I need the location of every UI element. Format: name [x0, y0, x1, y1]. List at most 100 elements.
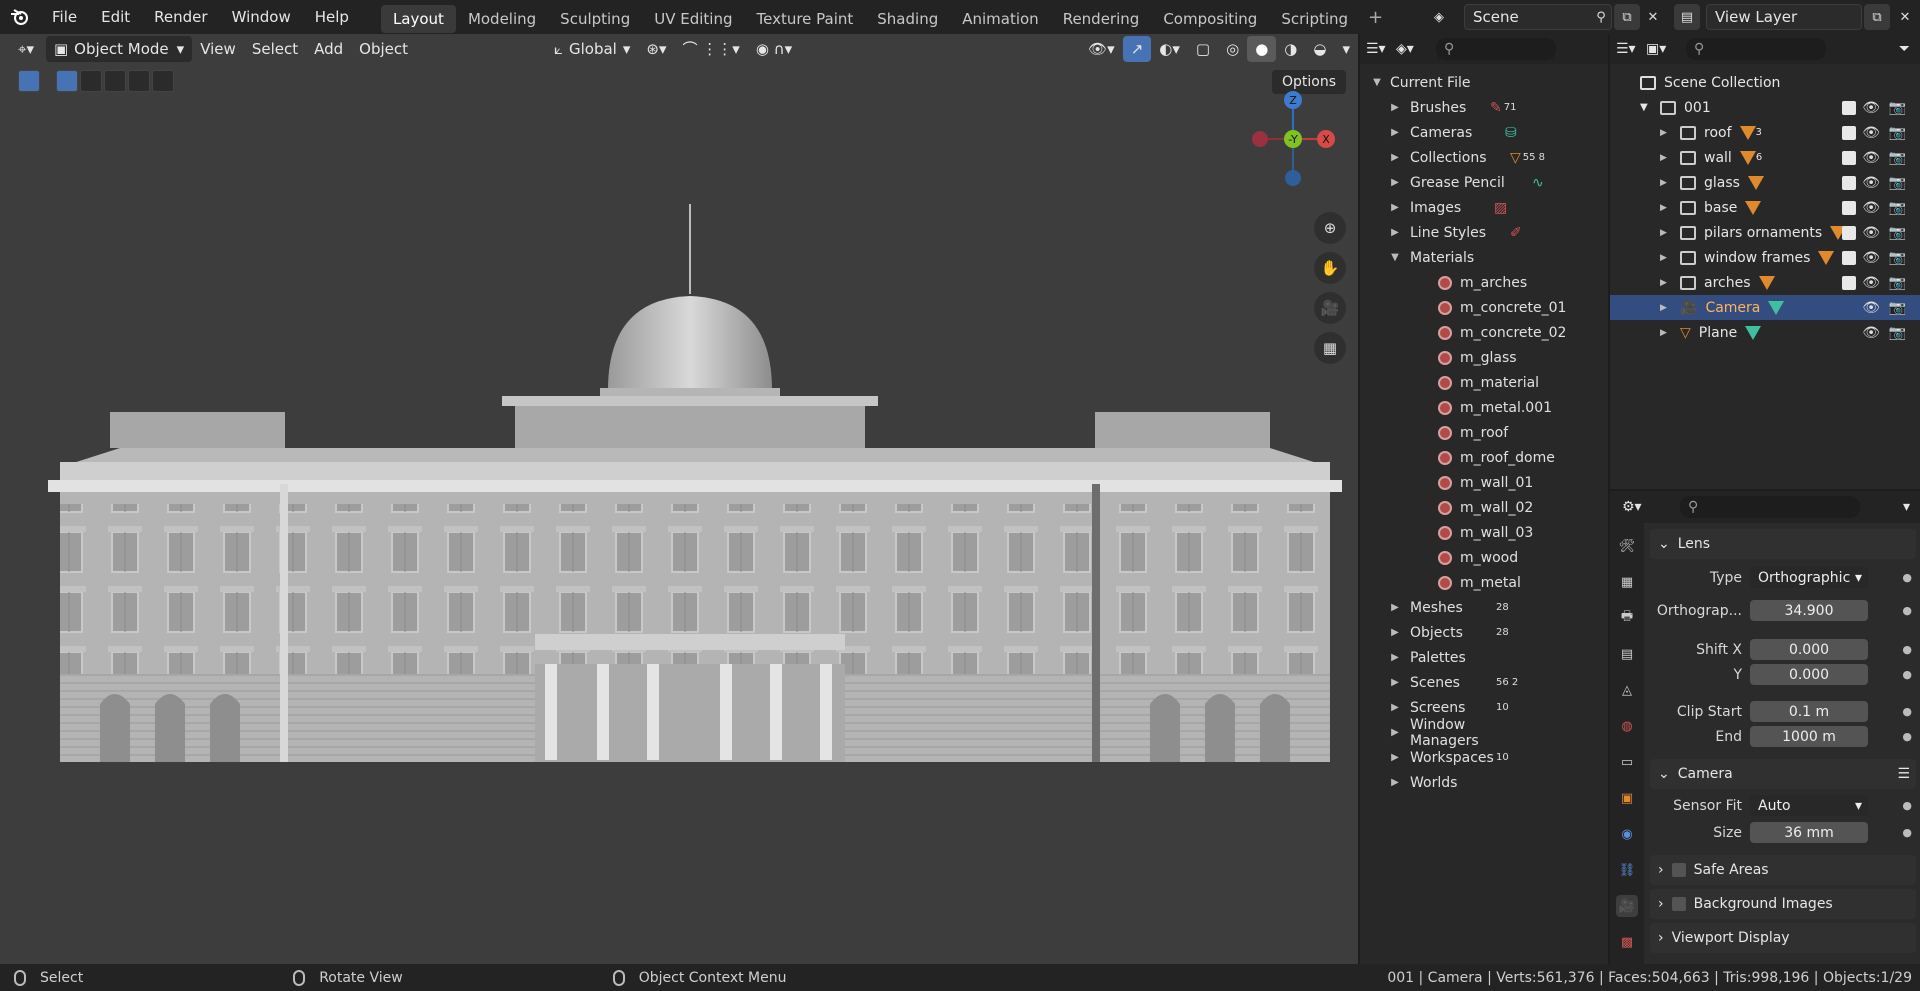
tab-shading[interactable]: Shading	[865, 5, 950, 33]
constraints-tab-icon[interactable]: ⛓	[1616, 859, 1638, 881]
tab-modeling[interactable]: Modeling	[456, 5, 548, 33]
select-mode-extend-icon[interactable]	[80, 70, 102, 92]
material-item[interactable]: m_roof	[1360, 420, 1608, 445]
eye-icon[interactable]: 👁	[1862, 200, 1880, 216]
outliner-row-plane[interactable]: ▶ ▽ Plane 👁 📷	[1610, 320, 1920, 345]
viewport-display-panel-header[interactable]: › Viewport Display	[1650, 923, 1916, 953]
expand-arrow-icon[interactable]: ▶	[1388, 752, 1402, 763]
outliner-row-camera[interactable]: ▶ 🎥 Camera 👁 📷	[1610, 295, 1920, 320]
filter-icon[interactable]: ◈▾	[1396, 41, 1426, 57]
expand-arrow-icon[interactable]: ▶	[1660, 228, 1674, 238]
expand-arrow-icon[interactable]: ▼	[1640, 102, 1654, 113]
select-mode-subtract-icon[interactable]	[104, 70, 126, 92]
exclude-checkbox[interactable]	[1842, 200, 1856, 215]
eye-icon[interactable]: 👁	[1862, 125, 1880, 141]
menu-object[interactable]: Object	[351, 36, 416, 62]
menu-help[interactable]: Help	[303, 0, 361, 34]
tree-item-cameras[interactable]: ▶ Cameras ⛁	[1360, 120, 1608, 145]
material-item[interactable]: m_metal.001	[1360, 395, 1608, 420]
expand-arrow-icon[interactable]: ▶	[1388, 702, 1402, 713]
tree-item-meshes[interactable]: ▶ Meshes 28	[1360, 595, 1608, 620]
outliner-row-glass[interactable]: ▶ glass 👁 📷	[1610, 170, 1920, 195]
scene-tab-icon[interactable]: ◬	[1616, 679, 1638, 701]
tree-item-brushes[interactable]: ▶ Brushes ✎ 71	[1360, 95, 1608, 120]
menu-edit[interactable]: Edit	[89, 0, 142, 34]
render-camera-icon[interactable]: 📷	[1889, 125, 1906, 141]
chevron-down-icon[interactable]: ▾	[1903, 499, 1910, 515]
properties-search-input[interactable]: ⚲	[1680, 496, 1860, 518]
bg-images-panel-header[interactable]: › Background Images	[1650, 889, 1916, 919]
safe-areas-checkbox[interactable]	[1671, 863, 1686, 877]
expand-arrow-icon[interactable]: ▶	[1660, 203, 1674, 213]
animate-dot-icon[interactable]: ●	[1902, 730, 1912, 743]
eye-icon[interactable]: 👁	[1862, 325, 1880, 341]
transform-orientation[interactable]: ⟀ Global ▾	[546, 36, 638, 62]
tab-compositing[interactable]: Compositing	[1151, 5, 1269, 33]
render-tab-icon[interactable]: ▦	[1616, 571, 1638, 593]
outliner-row-roof[interactable]: ▶ roof 3 👁 📷	[1610, 120, 1920, 145]
render-camera-icon[interactable]: 📷	[1889, 175, 1906, 191]
outliner-row-window-frames[interactable]: ▶ window frames 👁 📷	[1610, 245, 1920, 270]
editor-type-icon[interactable]: ⌖▾	[10, 36, 42, 62]
menu-window[interactable]: Window	[220, 0, 303, 34]
snap-icon[interactable]: ⌒ ⋮⋮▾	[675, 36, 748, 62]
shading-solid-icon[interactable]: ●	[1247, 36, 1277, 62]
material-item[interactable]: m_wood	[1360, 545, 1608, 570]
new-view-layer-button[interactable]: ⧉	[1864, 4, 1890, 30]
add-workspace-button[interactable]: +	[1360, 7, 1391, 28]
eye-icon[interactable]: 👁	[1862, 150, 1880, 166]
exclude-checkbox[interactable]	[1842, 100, 1856, 115]
output-tab-icon[interactable]: 🖶	[1616, 607, 1638, 629]
shift-x-field[interactable]: 0.000	[1750, 639, 1868, 660]
eye-icon[interactable]: 👁	[1862, 300, 1880, 316]
world-tab-icon[interactable]: ◍	[1616, 715, 1638, 737]
tree-item-line-styles[interactable]: ▶ Line Styles ✐	[1360, 220, 1608, 245]
tool-tab-icon[interactable]: 🛠	[1616, 535, 1638, 557]
tab-layout[interactable]: Layout	[380, 4, 456, 33]
chevron-down-icon[interactable]: ▾	[1334, 36, 1358, 62]
camera-panel-header[interactable]: ⌄ Camera ☰	[1650, 759, 1916, 789]
expand-arrow-icon[interactable]: ▶	[1388, 652, 1402, 663]
filter-icon[interactable]: ▣▾	[1646, 41, 1676, 57]
tab-uv-editing[interactable]: UV Editing	[642, 5, 744, 33]
select-mode-invert-icon[interactable]	[128, 70, 150, 92]
overlays-icon[interactable]: ◐▾	[1151, 36, 1188, 62]
exclude-checkbox[interactable]	[1842, 150, 1856, 165]
expand-arrow-icon[interactable]: ▶	[1388, 727, 1402, 738]
tree-item-palettes[interactable]: ▶ Palettes	[1360, 645, 1608, 670]
material-item[interactable]: m_glass	[1360, 345, 1608, 370]
tree-item-objects[interactable]: ▶ Objects 28	[1360, 620, 1608, 645]
camera-data-tab-icon[interactable]: 🎥	[1616, 895, 1638, 917]
render-camera-icon[interactable]: 📷	[1889, 275, 1906, 291]
3d-viewport[interactable]: ⌖▾ ▣ Object Mode ▾ View Select Add Objec…	[0, 34, 1358, 964]
eye-icon[interactable]: 👁	[1862, 225, 1880, 241]
collection-row-001[interactable]: ▼ 001 👁 📷	[1610, 95, 1920, 120]
expand-arrow-icon[interactable]: ▶	[1388, 177, 1402, 188]
texture-tab-icon[interactable]: ▩	[1616, 931, 1638, 953]
sensor-fit-dropdown[interactable]: Auto ▾	[1750, 795, 1868, 816]
proportional-edit-icon[interactable]: ◉ ∩▾	[748, 36, 800, 62]
material-item[interactable]: m_wall_02	[1360, 495, 1608, 520]
safe-areas-panel-header[interactable]: › Safe Areas	[1650, 855, 1916, 885]
expand-arrow-icon[interactable]: ▶	[1660, 303, 1674, 313]
expand-arrow-icon[interactable]: ▶	[1388, 127, 1402, 138]
animate-dot-icon[interactable]: ●	[1902, 826, 1912, 839]
list-presets-icon[interactable]: ☰	[1897, 766, 1910, 782]
material-item[interactable]: m_concrete_01	[1360, 295, 1608, 320]
render-camera-icon[interactable]: 📷	[1889, 225, 1906, 241]
select-mode-intersect-icon[interactable]	[152, 70, 174, 92]
animate-dot-icon[interactable]: ●	[1902, 705, 1912, 718]
exclude-checkbox[interactable]	[1842, 175, 1856, 190]
render-camera-icon[interactable]: 📷	[1889, 325, 1906, 341]
tab-scripting[interactable]: Scripting	[1269, 5, 1360, 33]
bg-images-checkbox[interactable]	[1671, 897, 1686, 911]
physics-tab-icon[interactable]: ◉	[1616, 823, 1638, 845]
expand-arrow-icon[interactable]: ▶	[1388, 102, 1402, 113]
ortho-scale-field[interactable]: 34.900	[1750, 600, 1868, 621]
clip-start-field[interactable]: 0.1 m	[1750, 701, 1868, 722]
expand-arrow-icon[interactable]: ▶	[1388, 627, 1402, 638]
expand-arrow-icon[interactable]: ▶	[1388, 677, 1402, 688]
sensor-size-field[interactable]: 36 mm	[1750, 822, 1868, 843]
menu-render[interactable]: Render	[142, 0, 219, 34]
scene-icon[interactable]: ◈	[1426, 4, 1452, 30]
